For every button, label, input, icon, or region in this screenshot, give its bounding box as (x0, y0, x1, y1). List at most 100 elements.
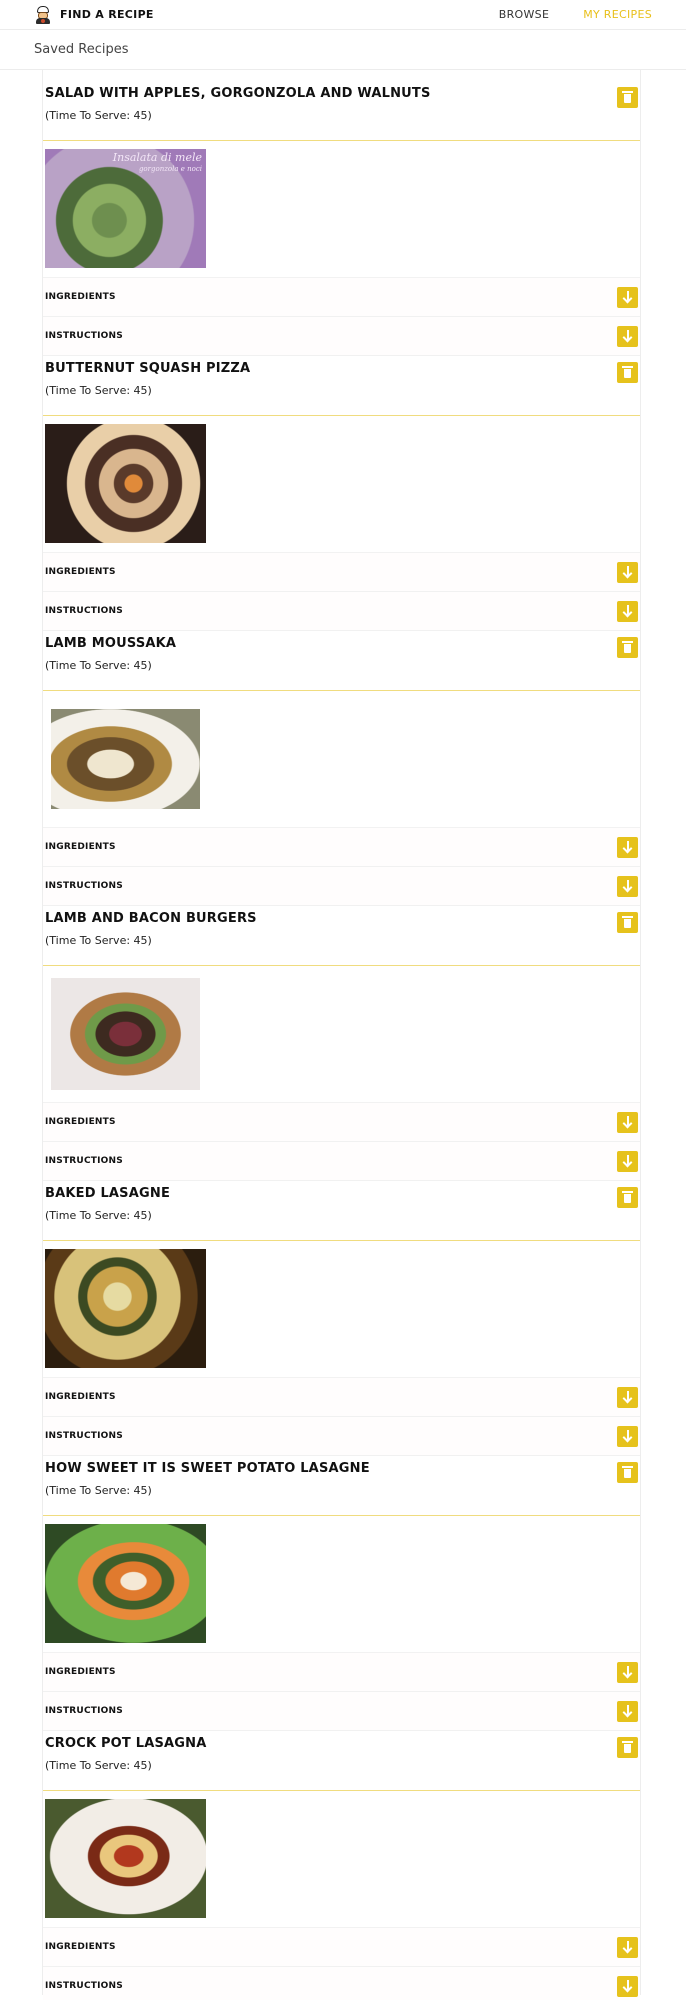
trash-icon (622, 1741, 633, 1753)
delete-button[interactable] (617, 87, 638, 108)
recipe-image (45, 424, 206, 543)
ingredients-label: INGREDIENTS (45, 1392, 116, 1402)
recipe-list: SALAD WITH APPLES, GORGONZOLA AND WALNUT… (42, 70, 641, 2000)
ingredients-row[interactable]: INGREDIENTS (43, 1653, 640, 1692)
image-caption: Insalata di mele (112, 151, 202, 164)
expand-ingredients-button[interactable] (617, 1936, 638, 1958)
instructions-label: INSTRUCTIONS (45, 881, 123, 891)
arrow-down-icon (623, 1391, 633, 1403)
recipe-title: HOW SWEET IT IS SWEET POTATO LASAGNE (45, 1461, 370, 1476)
brand-title: FIND A RECIPE (60, 8, 154, 21)
instructions-row[interactable]: INSTRUCTIONS (43, 1967, 640, 2000)
nav-link-my-recipes[interactable]: MY RECIPES (583, 8, 652, 21)
recipe-time: (Time To Serve: 45) (45, 659, 152, 672)
recipe-image: Insalata di mele gorgonzola e noci (45, 149, 206, 268)
expand-instructions-button[interactable] (617, 1700, 638, 1722)
recipe-card: SALAD WITH APPLES, GORGONZOLA AND WALNUT… (43, 70, 640, 356)
delete-button[interactable] (617, 1462, 638, 1483)
ingredients-label: INGREDIENTS (45, 1667, 116, 1677)
arrow-down-icon (623, 880, 633, 892)
ingredients-row[interactable]: INGREDIENTS (43, 278, 640, 317)
recipe-time: (Time To Serve: 45) (45, 1209, 152, 1222)
expand-instructions-button[interactable] (617, 1975, 638, 1997)
ingredients-row[interactable]: INGREDIENTS (43, 1928, 640, 1967)
navbar: FIND A RECIPE BROWSE MY RECIPES (0, 0, 686, 30)
page-title: Saved Recipes (34, 42, 129, 57)
instructions-label: INSTRUCTIONS (45, 1431, 123, 1441)
expand-instructions-button[interactable] (617, 600, 638, 622)
recipe-header: BAKED LASAGNE (Time To Serve: 45) (43, 1170, 640, 1241)
ingredients-label: INGREDIENTS (45, 292, 116, 302)
recipe-image-area: Insalata di mele gorgonzola e noci (43, 141, 640, 278)
recipe-card: HOW SWEET IT IS SWEET POTATO LASAGNE (Ti… (43, 1445, 640, 1731)
trash-icon (622, 641, 633, 653)
expand-instructions-button[interactable] (617, 1425, 638, 1447)
recipe-time: (Time To Serve: 45) (45, 384, 152, 397)
recipe-time: (Time To Serve: 45) (45, 109, 152, 122)
arrow-down-icon (623, 1980, 633, 1992)
recipe-title: LAMB AND BACON BURGERS (45, 911, 257, 926)
nav-links: BROWSE MY RECIPES (499, 8, 652, 21)
arrow-down-icon (623, 1116, 633, 1128)
arrow-down-icon (623, 566, 633, 578)
expand-ingredients-button[interactable] (617, 561, 638, 583)
arrow-down-icon (623, 1941, 633, 1953)
recipe-image (45, 1799, 206, 1918)
expand-ingredients-button[interactable] (617, 836, 638, 858)
recipe-card: CROCK POT LASAGNA (Time To Serve: 45) IN… (43, 1720, 640, 2000)
instructions-label: INSTRUCTIONS (45, 1981, 123, 1991)
instructions-label: INSTRUCTIONS (45, 1706, 123, 1716)
ingredients-label: INGREDIENTS (45, 1942, 116, 1952)
trash-icon (622, 916, 633, 928)
recipe-image (45, 1524, 206, 1643)
recipe-title: BAKED LASAGNE (45, 1186, 171, 1201)
delete-button[interactable] (617, 637, 638, 658)
instructions-label: INSTRUCTIONS (45, 606, 123, 616)
expand-instructions-button[interactable] (617, 325, 638, 347)
brand[interactable]: FIND A RECIPE (34, 5, 154, 24)
recipe-image-area (43, 1791, 640, 1928)
nav-link-browse[interactable]: BROWSE (499, 8, 549, 21)
recipe-time: (Time To Serve: 45) (45, 1759, 152, 1772)
expand-ingredients-button[interactable] (617, 286, 638, 308)
arrow-down-icon (623, 605, 633, 617)
expand-instructions-button[interactable] (617, 875, 638, 897)
ingredients-row[interactable]: INGREDIENTS (43, 553, 640, 592)
delete-button[interactable] (617, 362, 638, 383)
arrow-down-icon (623, 330, 633, 342)
recipe-header: BUTTERNUT SQUASH PIZZA (Time To Serve: 4… (43, 345, 640, 416)
recipe-image-area (43, 966, 640, 1103)
recipe-image-area (43, 1516, 640, 1653)
recipe-title: CROCK POT LASAGNA (45, 1736, 207, 1751)
recipe-image-area (43, 416, 640, 553)
recipe-header: LAMB MOUSSAKA (Time To Serve: 45) (43, 620, 640, 691)
recipe-time: (Time To Serve: 45) (45, 934, 152, 947)
expand-ingredients-button[interactable] (617, 1386, 638, 1408)
ingredients-label: INGREDIENTS (45, 567, 116, 577)
ingredients-row[interactable]: INGREDIENTS (43, 1103, 640, 1142)
recipe-image-area (43, 691, 640, 828)
delete-button[interactable] (617, 912, 638, 933)
delete-button[interactable] (617, 1737, 638, 1758)
recipe-card: LAMB MOUSSAKA (Time To Serve: 45) INGRED… (43, 620, 640, 906)
expand-instructions-button[interactable] (617, 1150, 638, 1172)
recipe-header: CROCK POT LASAGNA (Time To Serve: 45) (43, 1720, 640, 1791)
image-subcaption: gorgonzola e noci (138, 165, 202, 173)
arrow-down-icon (623, 1705, 633, 1717)
trash-icon (622, 91, 633, 103)
recipe-title: LAMB MOUSSAKA (45, 636, 177, 651)
page-header: Saved Recipes (0, 30, 686, 70)
arrow-down-icon (623, 1666, 633, 1678)
ingredients-row[interactable]: INGREDIENTS (43, 1378, 640, 1417)
recipe-card: BAKED LASAGNE (Time To Serve: 45) INGRED… (43, 1170, 640, 1456)
recipe-header: LAMB AND BACON BURGERS (Time To Serve: 4… (43, 895, 640, 966)
expand-ingredients-button[interactable] (617, 1111, 638, 1133)
recipe-title: SALAD WITH APPLES, GORGONZOLA AND WALNUT… (45, 86, 431, 101)
delete-button[interactable] (617, 1187, 638, 1208)
expand-ingredients-button[interactable] (617, 1661, 638, 1683)
recipe-title: BUTTERNUT SQUASH PIZZA (45, 361, 251, 376)
recipe-image (45, 1249, 206, 1368)
instructions-label: INSTRUCTIONS (45, 331, 123, 341)
instructions-label: INSTRUCTIONS (45, 1156, 123, 1166)
ingredients-row[interactable]: INGREDIENTS (43, 828, 640, 867)
